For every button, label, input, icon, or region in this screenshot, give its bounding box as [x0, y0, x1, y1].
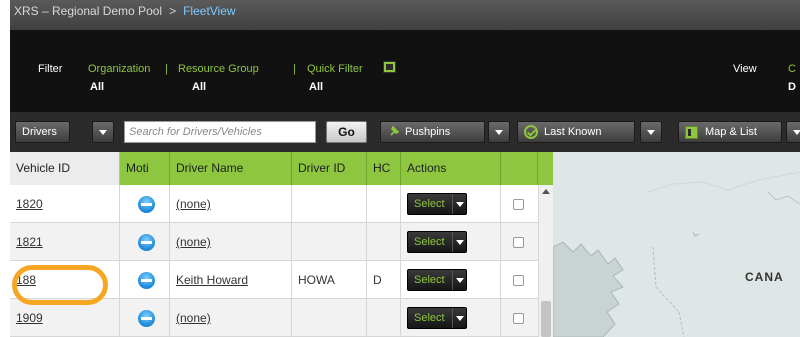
hc-cell [367, 299, 401, 337]
driver-id-cell [292, 185, 367, 223]
breadcrumb: XRS – Regional Demo Pool > FleetView [10, 0, 800, 30]
chevron-down-icon[interactable] [452, 232, 467, 252]
motion-cell [120, 261, 170, 299]
actions-cell: Select [401, 185, 501, 223]
actions-cell: Select [401, 223, 501, 261]
last-known-label: Last Known [544, 126, 602, 138]
map-country-label: CANA [745, 270, 784, 284]
fleetview-app: XRS – Regional Demo Pool > FleetView Filte… [10, 0, 800, 337]
motion-status-icon [138, 234, 155, 251]
check-circle-icon [524, 125, 538, 139]
map-list-icon [685, 126, 698, 139]
motion-cell [120, 185, 170, 223]
filter-label: Filter [38, 63, 63, 75]
chevron-down-icon[interactable] [452, 308, 467, 328]
driver-name-link[interactable]: (none) [170, 299, 292, 337]
driver-id-cell: HOWA [292, 261, 367, 299]
table-row: 1821 (none) Select [10, 223, 538, 261]
organization-filter-link[interactable]: Organization [88, 63, 150, 75]
view-value: D [788, 81, 796, 93]
view-label: View [733, 63, 757, 75]
last-known-button[interactable]: Last Known [517, 121, 635, 143]
vehicle-grid: Vehicle ID Moti Driver Name Driver ID HC… [10, 152, 553, 337]
pushpins-button[interactable]: Pushpins [380, 121, 485, 143]
filter-bar: Filter Organization | Resource Group | Q… [10, 30, 800, 112]
select-action-label: Select [414, 312, 445, 324]
drivers-dropdown[interactable]: Drivers [15, 121, 70, 143]
scrollbar-thumb[interactable] [541, 301, 551, 337]
motion-cell [120, 223, 170, 261]
organization-value: All [90, 81, 105, 93]
resource-group-value: All [192, 81, 207, 93]
select-action-label: Select [414, 198, 445, 210]
pushpin-icon [390, 126, 399, 136]
scroll-up-arrow-icon[interactable] [542, 189, 550, 194]
go-button[interactable]: Go [326, 121, 367, 143]
vehicle-id-link[interactable]: 1821 [10, 223, 120, 261]
drivers-dropdown-label: Drivers [22, 126, 57, 138]
breadcrumb-current: FleetView [183, 4, 236, 18]
select-action-button[interactable]: Select [407, 231, 467, 253]
last-known-dropdown-arrow[interactable] [640, 121, 662, 143]
column-header-vehicle-id[interactable]: Vehicle ID [10, 152, 120, 185]
filter-divider: | [165, 63, 168, 75]
motion-status-icon [138, 310, 155, 327]
resource-group-filter-link[interactable]: Resource Group [178, 63, 259, 75]
map-canvas [553, 152, 800, 337]
map-view[interactable]: CANA [553, 152, 800, 337]
chevron-down-icon[interactable] [452, 270, 467, 290]
chevron-down-icon[interactable] [452, 194, 467, 214]
search-input[interactable] [124, 121, 316, 143]
select-action-button[interactable]: Select [407, 269, 467, 291]
grid-header: Vehicle ID Moti Driver Name Driver ID HC… [10, 152, 553, 185]
row-checkbox[interactable] [513, 275, 524, 286]
hc-cell [367, 223, 401, 261]
table-row: 1820 (none) Select [10, 185, 538, 223]
column-header-hc[interactable]: HC [367, 152, 401, 185]
motion-status-icon [138, 196, 155, 213]
actions-cell: Select [401, 261, 501, 299]
motion-status-icon [138, 272, 155, 289]
select-action-label: Select [414, 274, 445, 286]
drivers-dropdown-arrow[interactable] [92, 121, 114, 143]
map-list-button[interactable]: Map & List [678, 121, 782, 143]
filter-divider: | [293, 63, 296, 75]
hc-cell: D [367, 261, 401, 299]
hc-cell [367, 185, 401, 223]
pushpins-label: Pushpins [405, 126, 451, 138]
row-checkbox[interactable] [513, 199, 524, 210]
driver-id-cell [292, 223, 367, 261]
driver-name-link[interactable]: Keith Howard [170, 261, 292, 299]
view-option-link[interactable]: C [788, 63, 796, 75]
select-action-label: Select [414, 236, 445, 248]
actions-cell: Select [401, 299, 501, 337]
driver-name-link[interactable]: (none) [170, 185, 292, 223]
select-action-button[interactable]: Select [407, 307, 467, 329]
pushpins-dropdown-arrow[interactable] [488, 121, 510, 143]
breadcrumb-separator: > [169, 4, 177, 18]
select-action-button[interactable]: Select [407, 193, 467, 215]
toolbar: Drivers Go Pushpins Last Known Map & Lis… [10, 112, 800, 152]
quick-filter-value: All [309, 81, 324, 93]
breadcrumb-root[interactable]: XRS – Regional Demo Pool [14, 4, 162, 18]
row-checkbox[interactable] [513, 237, 524, 248]
driver-name-link[interactable]: (none) [170, 223, 292, 261]
column-header-select-all [501, 152, 538, 185]
driver-id-cell [292, 299, 367, 337]
grid-scrollbar[interactable] [538, 185, 553, 337]
quick-filter-link[interactable]: Quick Filter [307, 63, 363, 75]
column-header-motion[interactable]: Moti [120, 152, 170, 185]
map-list-dropdown-arrow[interactable] [786, 121, 800, 143]
quick-filter-icon[interactable] [383, 61, 396, 73]
vehicle-id-link[interactable]: 1820 [10, 185, 120, 223]
column-header-driver-name[interactable]: Driver Name [170, 152, 292, 185]
map-list-label: Map & List [705, 126, 757, 138]
row-checkbox[interactable] [513, 313, 524, 324]
motion-cell [120, 299, 170, 337]
annotation-highlight [12, 265, 108, 305]
column-header-driver-id[interactable]: Driver ID [292, 152, 367, 185]
column-header-actions[interactable]: Actions [401, 152, 501, 185]
